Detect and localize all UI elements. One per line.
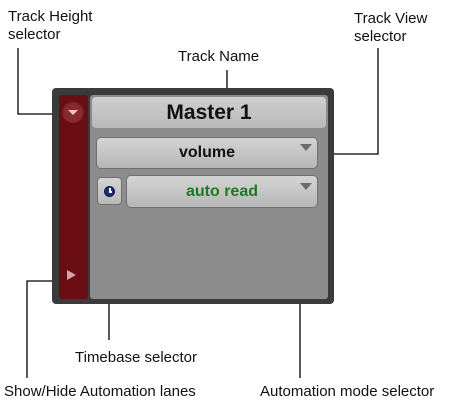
triangle-down-icon bbox=[300, 183, 312, 190]
callout-timebase: Timebase selector bbox=[75, 349, 197, 366]
automation-mode-selector[interactable]: auto read bbox=[126, 175, 318, 208]
callout-track-view: Track View selector bbox=[354, 10, 428, 45]
callout-show-hide: Show/Hide Automation lanes bbox=[4, 383, 196, 400]
track-name-field[interactable]: Master 1 bbox=[92, 97, 326, 128]
callout-automation-mode: Automation mode selector bbox=[260, 383, 435, 400]
callout-track-name: Track Name bbox=[178, 48, 260, 65]
track-view-selector[interactable]: volume bbox=[96, 137, 318, 169]
track-view-label: volume bbox=[178, 144, 235, 161]
triangle-down-icon bbox=[68, 110, 78, 115]
show-hide-automation-lanes-button[interactable] bbox=[67, 270, 76, 280]
timebase-selector[interactable] bbox=[97, 177, 122, 205]
triangle-down-icon bbox=[300, 144, 312, 151]
track-color-strip bbox=[59, 95, 88, 299]
automation-mode-label: auto read bbox=[185, 183, 258, 200]
clock-icon bbox=[104, 186, 115, 197]
track-height-selector[interactable] bbox=[62, 101, 84, 123]
callout-track-height: Track Height selector bbox=[8, 8, 93, 43]
